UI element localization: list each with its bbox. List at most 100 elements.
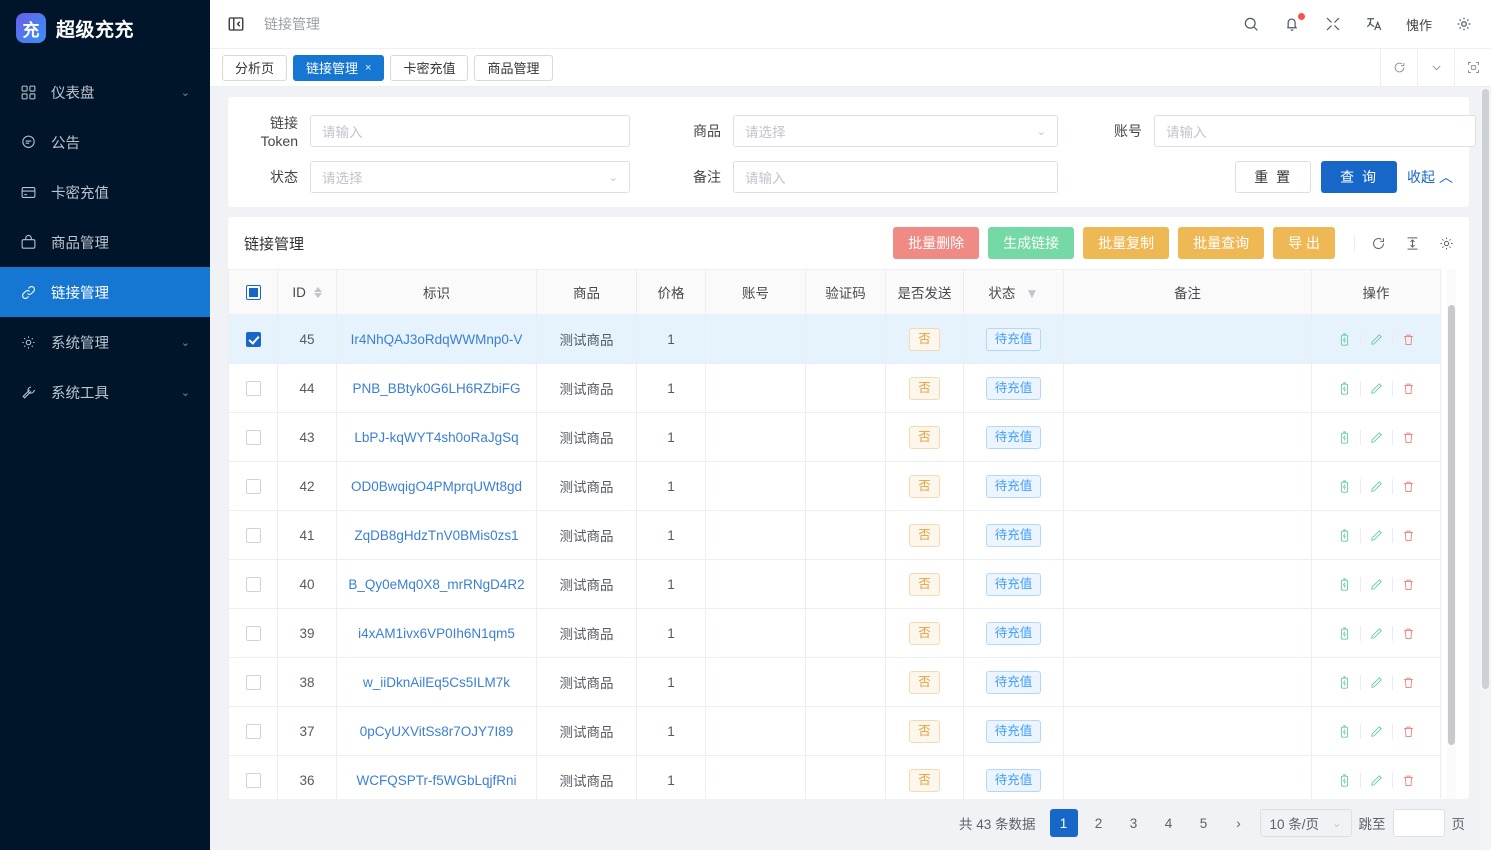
delete-icon[interactable] <box>1392 626 1424 641</box>
edit-icon[interactable] <box>1360 332 1392 347</box>
chevron-down-icon[interactable] <box>1417 49 1454 87</box>
remark-input[interactable]: 请输入 <box>733 161 1058 193</box>
row-token-link[interactable]: LbPJ-kqWYT4sh0oRaJgSq <box>354 430 518 445</box>
row-token-link[interactable]: WCFQSPTr-f5WGbLqjfRni <box>356 773 516 788</box>
batch-query-button[interactable]: 批量查询 <box>1178 227 1264 259</box>
recharge-icon[interactable] <box>1328 626 1360 641</box>
fullscreen-icon[interactable] <box>1324 15 1343 34</box>
page-4-button[interactable]: 4 <box>1155 809 1183 837</box>
sort-icon[interactable] <box>314 287 322 298</box>
edit-icon[interactable] <box>1360 675 1392 690</box>
gear-icon[interactable] <box>1454 15 1473 34</box>
table-row[interactable]: 44PNB_BBtyk0G6LH6RZbiFG测试商品1否待充值 <box>229 364 1441 413</box>
brand-logo[interactable]: 充 超级充充 <box>0 3 210 53</box>
row-checkbox[interactable] <box>246 430 261 445</box>
search-icon[interactable] <box>1242 15 1261 34</box>
close-icon[interactable]: × <box>365 62 371 74</box>
refresh-icon[interactable] <box>1369 234 1387 252</box>
recharge-icon[interactable] <box>1328 381 1360 396</box>
product-select[interactable]: 请选择 ⌄ <box>733 115 1058 147</box>
refresh-icon[interactable] <box>1380 49 1417 87</box>
edit-icon[interactable] <box>1360 381 1392 396</box>
row-checkbox[interactable] <box>246 332 261 347</box>
account-input[interactable]: 请输入 <box>1154 115 1476 147</box>
status-select[interactable]: 请选择 ⌄ <box>310 161 630 193</box>
gear-icon[interactable] <box>1437 234 1455 252</box>
delete-icon[interactable] <box>1392 332 1424 347</box>
edit-icon[interactable] <box>1360 773 1392 788</box>
row-checkbox[interactable] <box>246 577 261 592</box>
page-size-select[interactable]: 10 条/页 ⌄ <box>1260 809 1352 837</box>
recharge-icon[interactable] <box>1328 577 1360 592</box>
row-checkbox[interactable] <box>246 626 261 641</box>
page-scrollbar[interactable] <box>1480 87 1491 850</box>
delete-icon[interactable] <box>1392 381 1424 396</box>
row-token-link[interactable]: i4xAM1ivx6VP0Ih6N1qm5 <box>358 626 515 641</box>
page-5-button[interactable]: 5 <box>1190 809 1218 837</box>
edit-icon[interactable] <box>1360 430 1392 445</box>
sidebar-collapse-icon[interactable] <box>226 14 246 34</box>
delete-icon[interactable] <box>1392 773 1424 788</box>
recharge-icon[interactable] <box>1328 479 1360 494</box>
row-checkbox[interactable] <box>246 528 261 543</box>
row-checkbox[interactable] <box>246 773 261 788</box>
edit-icon[interactable] <box>1360 528 1392 543</box>
sidebar-item-system-tools[interactable]: 系统工具 ⌄ <box>0 367 210 417</box>
tab-card-recharge[interactable]: 卡密充值 <box>390 55 468 81</box>
sidebar-item-announcement[interactable]: 公告 <box>0 117 210 167</box>
row-token-link[interactable]: w_iiDknAilEq5Cs5ILM7k <box>363 675 510 690</box>
table-row[interactable]: 38w_iiDknAilEq5Cs5ILM7k测试商品1否待充值 <box>229 658 1441 707</box>
query-button[interactable]: 查 询 <box>1321 161 1397 193</box>
collapse-filters-link[interactable]: 收起 ︿ <box>1407 167 1453 187</box>
page-3-button[interactable]: 3 <box>1120 809 1148 837</box>
row-token-link[interactable]: 0pCyUXVitSs8r7OJY7I89 <box>360 724 514 739</box>
page-scroll-thumb[interactable] <box>1482 89 1489 689</box>
row-checkbox[interactable] <box>246 724 261 739</box>
edit-icon[interactable] <box>1360 577 1392 592</box>
edit-icon[interactable] <box>1360 724 1392 739</box>
table-row[interactable]: 370pCyUXVitSs8r7OJY7I89测试商品1否待充值 <box>229 707 1441 756</box>
page-2-button[interactable]: 2 <box>1085 809 1113 837</box>
recharge-icon[interactable] <box>1328 332 1360 347</box>
next-page-icon[interactable]: › <box>1225 809 1253 837</box>
table-row[interactable]: 45Ir4NhQAJ3oRdqWWMnp0-V测试商品1否待充值 <box>229 315 1441 364</box>
row-token-link[interactable]: PNB_BBtyk0G6LH6RZbiFG <box>352 381 520 396</box>
tab-link-management[interactable]: 链接管理 × <box>293 55 384 81</box>
sidebar-item-product[interactable]: 商品管理 <box>0 217 210 267</box>
table-row[interactable]: 42OD0BwqigO4PMprqUWt8gd测试商品1否待充值 <box>229 462 1441 511</box>
row-token-link[interactable]: ZqDB8gHdzTnV0BMis0zs1 <box>354 528 518 543</box>
column-id[interactable]: ID <box>278 270 337 315</box>
sidebar-item-link-management[interactable]: 链接管理 <box>0 267 210 317</box>
delete-icon[interactable] <box>1392 675 1424 690</box>
batch-delete-button[interactable]: 批量删除 <box>893 227 979 259</box>
delete-icon[interactable] <box>1392 577 1424 592</box>
column-height-icon[interactable] <box>1403 234 1421 252</box>
recharge-icon[interactable] <box>1328 724 1360 739</box>
row-checkbox[interactable] <box>246 675 261 690</box>
filter-icon[interactable]: ▼ <box>1025 286 1038 301</box>
table-row[interactable]: 36WCFQSPTr-f5WGbLqjfRni测试商品1否待充值 <box>229 756 1441 800</box>
export-button[interactable]: 导 出 <box>1273 227 1335 259</box>
delete-icon[interactable] <box>1392 479 1424 494</box>
generate-link-button[interactable]: 生成链接 <box>988 227 1074 259</box>
sidebar-item-system-management[interactable]: 系统管理 ⌄ <box>0 317 210 367</box>
sidebar-item-card-recharge[interactable]: 卡密充值 <box>0 167 210 217</box>
user-name[interactable]: 愧作 <box>1406 15 1432 34</box>
row-token-link[interactable]: B_Qy0eMq0X8_mrRNgD4R2 <box>348 577 524 592</box>
expand-icon[interactable] <box>1454 49 1491 87</box>
bell-icon[interactable] <box>1283 15 1302 34</box>
delete-icon[interactable] <box>1392 724 1424 739</box>
edit-icon[interactable] <box>1360 479 1392 494</box>
table-row[interactable]: 41ZqDB8gHdzTnV0BMis0zs1测试商品1否待充值 <box>229 511 1441 560</box>
recharge-icon[interactable] <box>1328 773 1360 788</box>
page-1-button[interactable]: 1 <box>1050 809 1078 837</box>
sidebar-item-dashboard[interactable]: 仪表盘 ⌄ <box>0 67 210 117</box>
select-all-checkbox[interactable] <box>246 285 261 300</box>
row-checkbox[interactable] <box>246 381 261 396</box>
delete-icon[interactable] <box>1392 430 1424 445</box>
table-row[interactable]: 40B_Qy0eMq0X8_mrRNgD4R2测试商品1否待充值 <box>229 560 1441 609</box>
edit-icon[interactable] <box>1360 626 1392 641</box>
batch-copy-button[interactable]: 批量复制 <box>1083 227 1169 259</box>
jump-page-input[interactable] <box>1393 809 1445 837</box>
delete-icon[interactable] <box>1392 528 1424 543</box>
